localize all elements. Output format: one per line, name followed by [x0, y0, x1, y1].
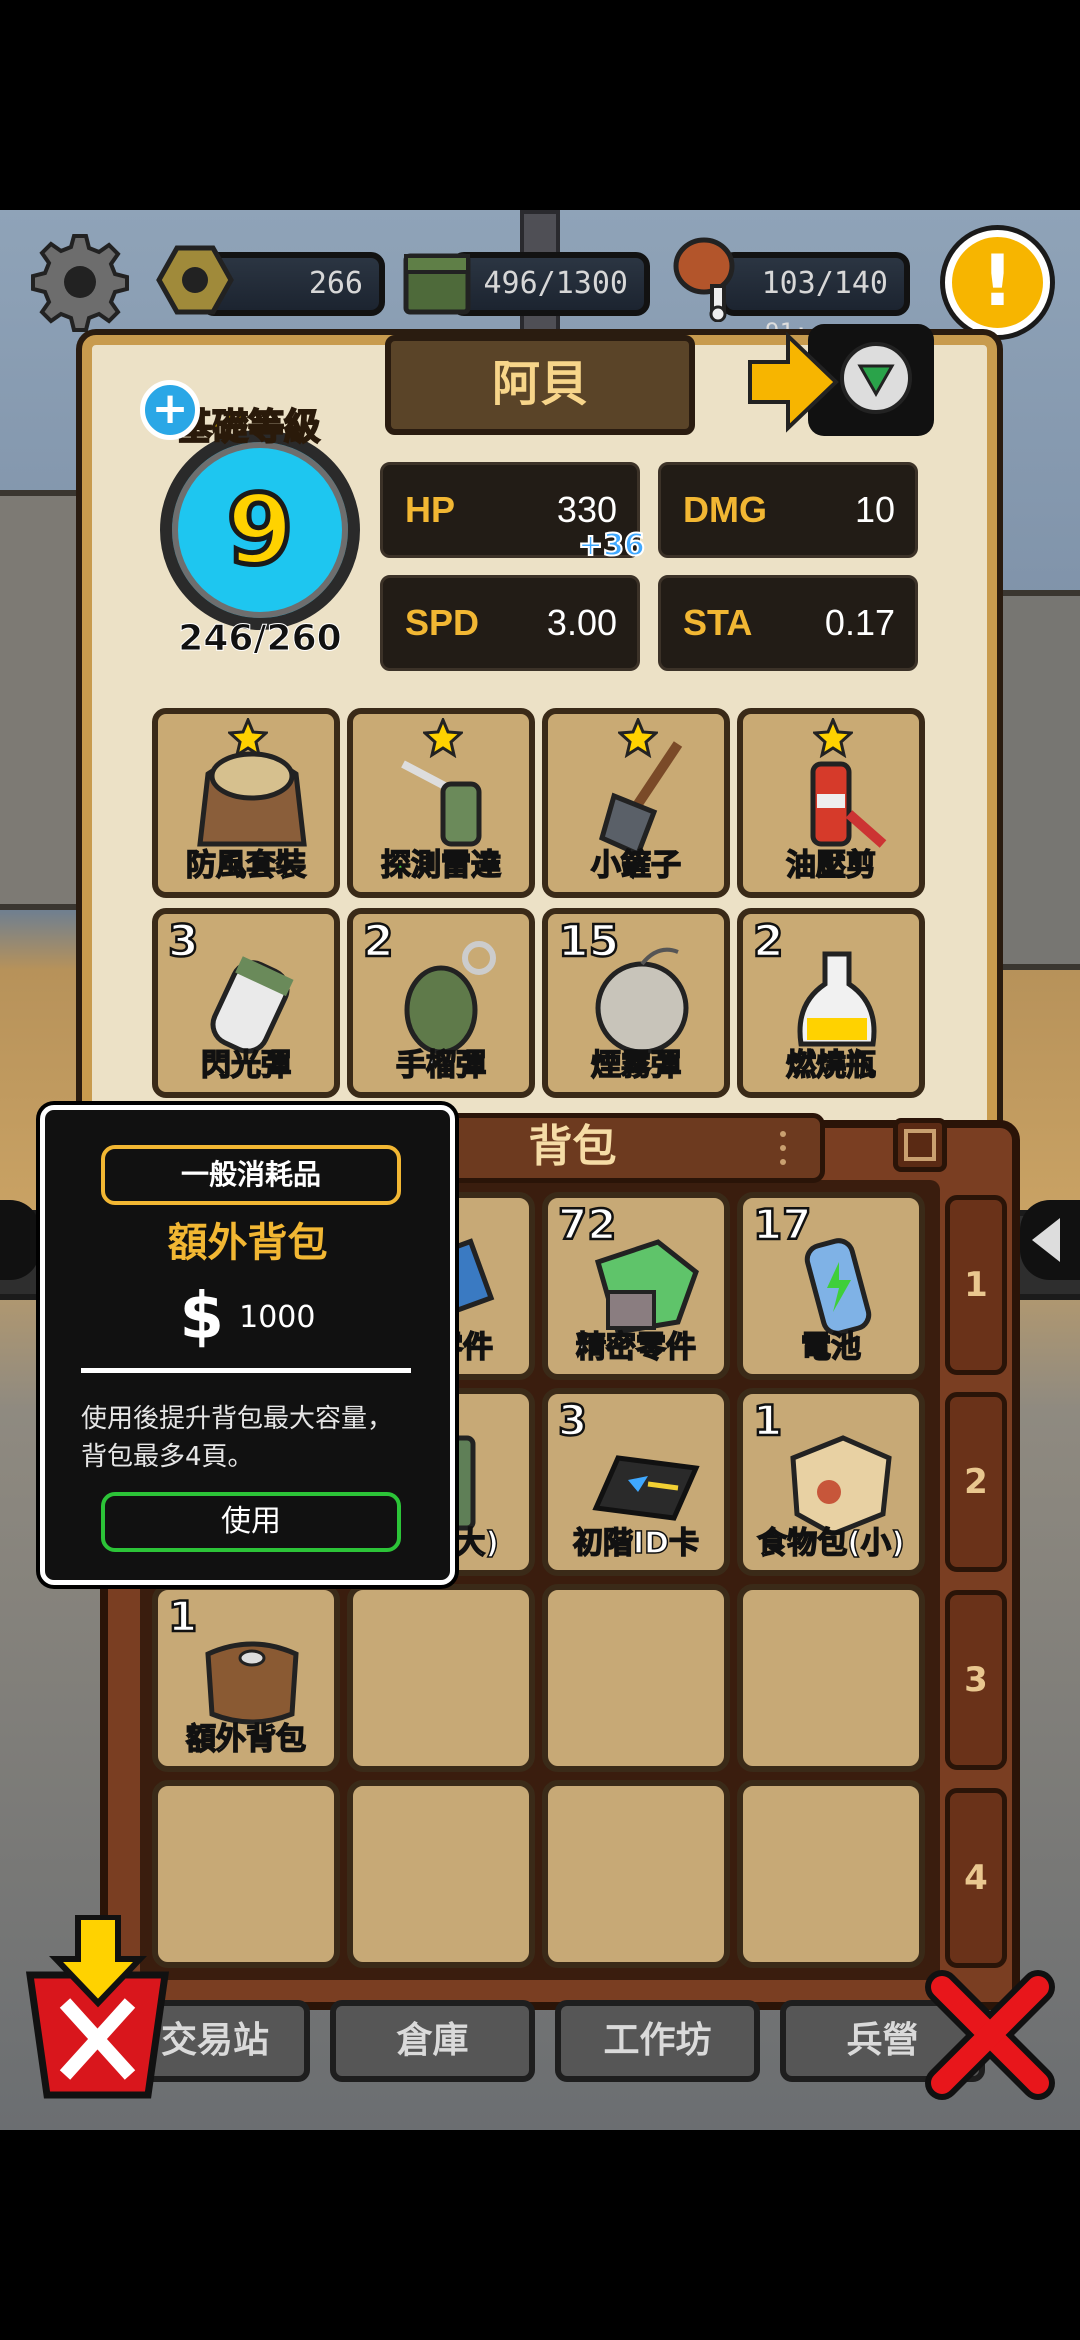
- meat-icon: [668, 232, 748, 323]
- scroll-right-button[interactable]: [1020, 1200, 1080, 1280]
- discard-button[interactable]: [20, 1914, 175, 2105]
- backpack-title-label: 背包: [528, 1121, 617, 1172]
- item-price-value: 1000: [239, 1299, 316, 1335]
- stat-dmg: DMG 10: [658, 462, 918, 558]
- bag-count-id-card: 3: [557, 1395, 589, 1447]
- equip-label-3: 小鏟子: [590, 847, 682, 884]
- bag-count-extra-bag: 1: [167, 1591, 199, 1643]
- stat-dmg-label: DMG: [683, 489, 767, 530]
- backpack-tab-2[interactable]: 2: [945, 1392, 1007, 1572]
- next-character-button[interactable]: [748, 322, 938, 442]
- bag-slot-battery[interactable]: 17 電池: [737, 1192, 925, 1380]
- backpack-tab-1[interactable]: 1: [945, 1195, 1007, 1375]
- bag-count-food-pack: 1: [752, 1395, 784, 1447]
- stat-spd-value: 3.00: [546, 602, 617, 643]
- bag-label-food-pack: 食物包(小): [757, 1525, 906, 1562]
- consumable-count-2: 2: [362, 915, 395, 969]
- bag-slot-precision-parts[interactable]: 72 精密零件: [542, 1192, 730, 1380]
- trash-icon: [25, 1914, 170, 2099]
- equip-slot-4[interactable]: 油壓剪: [737, 708, 925, 898]
- consumable-slot-1[interactable]: 3 閃光彈: [152, 908, 340, 1098]
- stat-spd: SPD 3.00: [380, 575, 640, 671]
- stat-dmg-value: 10: [854, 489, 895, 530]
- divider: [81, 1368, 411, 1373]
- bag-count-precision-parts: 72: [557, 1199, 618, 1251]
- stat-hp-value: 330: [556, 489, 617, 530]
- consumable-count-1: 3: [167, 915, 200, 969]
- bag-label-id-card: 初階ID卡: [572, 1525, 700, 1562]
- stat-spd-label: SPD: [405, 602, 480, 643]
- stat-hp-label: HP: [405, 489, 456, 530]
- bag-label-battery: 電池: [800, 1329, 862, 1366]
- level-exp: 246/260: [178, 618, 342, 660]
- consumable-label-3: 煙霧彈: [590, 1047, 682, 1084]
- stat-sta-value: 0.17: [824, 602, 895, 643]
- consumable-count-3: 15: [557, 915, 621, 969]
- stat-sta-label: STA: [683, 602, 753, 643]
- ammo-counter: 496/1300: [450, 252, 650, 316]
- use-button[interactable]: 使用: [101, 1492, 401, 1552]
- item-price: $ 1000: [45, 1280, 450, 1354]
- consumable-label-4: 燃燒瓶: [785, 1047, 877, 1084]
- equip-label-4: 油壓剪: [785, 847, 877, 884]
- item-detail-popup: 一般消耗品 額外背包 $ 1000 使用後提升背包最大容量， 背包最多4頁。 使…: [40, 1105, 455, 1585]
- backpack-menu-icon[interactable]: [778, 1128, 788, 1168]
- consumable-label-2: 手榴彈: [395, 1047, 487, 1084]
- bag-slot-empty[interactable]: [542, 1584, 730, 1772]
- item-description-line1: 使用後提升背包最大容量，: [81, 1404, 394, 1434]
- equip-slot-2[interactable]: 探測雷達: [347, 708, 535, 898]
- backpack-tab-4[interactable]: 4: [945, 1788, 1007, 1968]
- ammo-crate-icon: [400, 242, 480, 322]
- consumable-label-1: 閃光彈: [200, 1047, 292, 1084]
- settings-gear-icon[interactable]: [30, 232, 130, 332]
- item-name: 額外背包: [167, 1220, 328, 1266]
- nav-warehouse[interactable]: 倉庫: [330, 2000, 535, 2082]
- item-category: 一般消耗品: [101, 1145, 401, 1205]
- bag-slot-food-pack[interactable]: 1 食物包(小): [737, 1388, 925, 1576]
- nav-workshop[interactable]: 工作坊: [555, 2000, 760, 2082]
- equip-label-2: 探測雷達: [380, 847, 502, 884]
- bag-count-battery: 17: [752, 1199, 813, 1251]
- triangle-left-icon: [1032, 1218, 1060, 1262]
- level-number: 9: [224, 472, 296, 589]
- consumable-slot-2[interactable]: 2 手榴彈: [347, 908, 535, 1098]
- bag-label-precision-parts: 精密零件: [575, 1329, 697, 1366]
- consumable-slot-3[interactable]: 15 煙霧彈: [542, 908, 730, 1098]
- character-name: 阿貝: [385, 335, 695, 435]
- food-counter: 103/140: [720, 252, 910, 316]
- bag-slot-empty[interactable]: [542, 1780, 730, 1968]
- close-icon: [925, 1970, 1055, 2100]
- alert-button[interactable]: !: [945, 230, 1050, 335]
- item-description: 使用後提升背包最大容量， 背包最多4頁。: [81, 1400, 431, 1476]
- bag-slot-extra-bag[interactable]: 1 額外背包: [152, 1584, 340, 1772]
- bag-label-extra-bag: 額外背包: [185, 1721, 307, 1758]
- equip-slot-3[interactable]: 小鏟子: [542, 708, 730, 898]
- item-description-line2: 背包最多4頁。: [81, 1442, 254, 1472]
- close-button[interactable]: [920, 1965, 1060, 2105]
- bag-slot-empty[interactable]: [737, 1780, 925, 1968]
- stat-hp-bonus: +36: [577, 527, 646, 564]
- level-up-plus-icon[interactable]: +: [140, 380, 200, 440]
- backpack-expand-icon[interactable]: [893, 1118, 947, 1172]
- equip-slot-1[interactable]: 防風套裝: [152, 708, 340, 898]
- consumable-slot-4[interactable]: 2 燃燒瓶: [737, 908, 925, 1098]
- scroll-left-button[interactable]: [0, 1200, 40, 1280]
- level-badge: 9 基礎等級 + 246/260: [140, 380, 380, 670]
- bag-slot-empty[interactable]: [737, 1584, 925, 1772]
- bag-slot-empty[interactable]: [152, 1780, 340, 1968]
- equip-label-1: 防風套裝: [185, 847, 307, 884]
- bag-slot-empty[interactable]: [347, 1780, 535, 1968]
- dollar-icon: $: [179, 1280, 225, 1354]
- nut-icon: [155, 240, 235, 320]
- bag-slot-id-card[interactable]: 3 初階ID卡: [542, 1388, 730, 1576]
- bag-slot-empty[interactable]: [347, 1584, 535, 1772]
- consumable-count-4: 2: [752, 915, 785, 969]
- stat-sta: STA 0.17: [658, 575, 918, 671]
- backpack-tab-3[interactable]: 3: [945, 1590, 1007, 1770]
